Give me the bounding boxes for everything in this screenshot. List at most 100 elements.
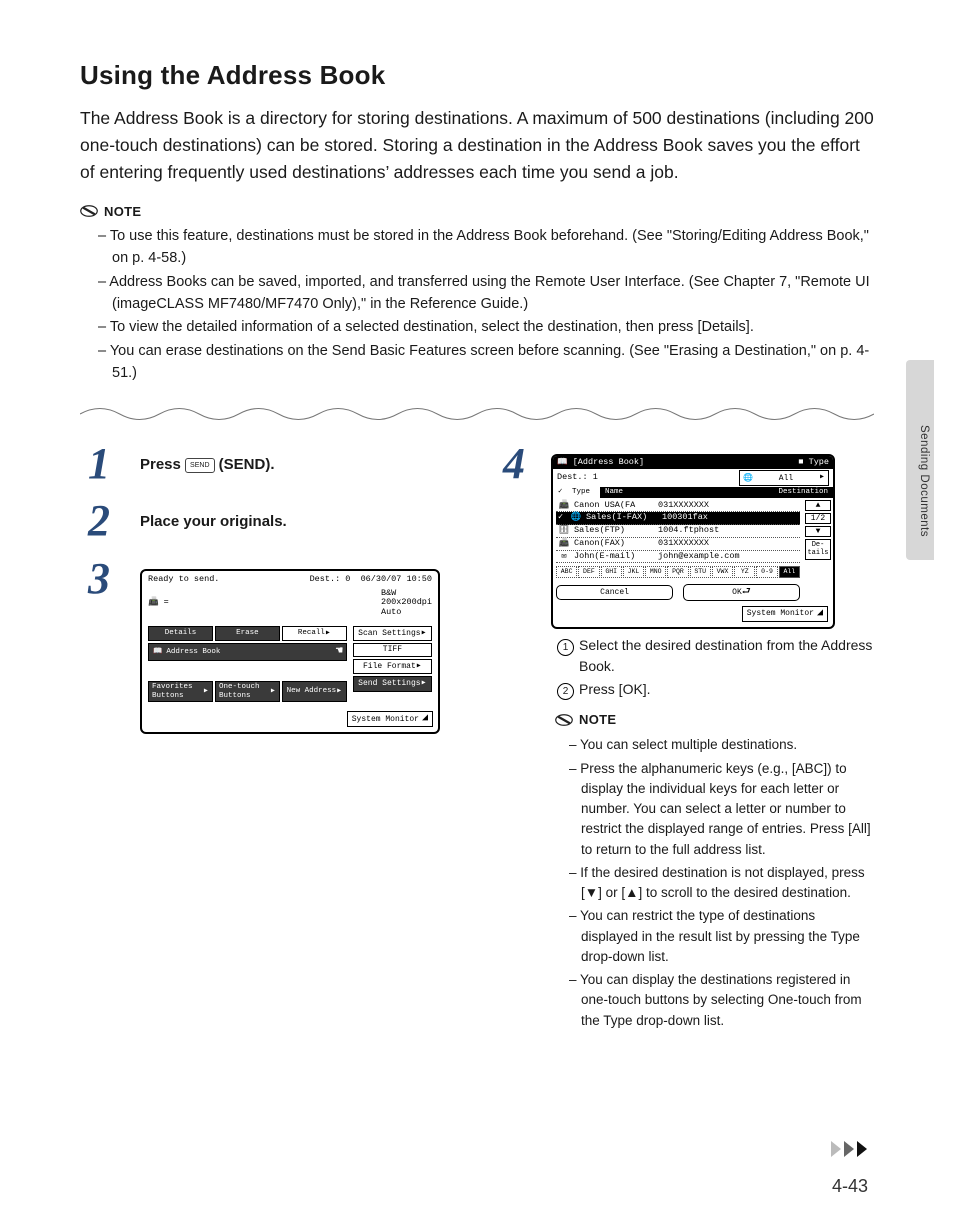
step-2-text: Place your originals. xyxy=(140,513,287,530)
step-2: 2 Place your originals. xyxy=(80,501,459,541)
filter-key-all[interactable]: All xyxy=(779,566,800,577)
address-book-button[interactable]: 📖 Address Book ☚ xyxy=(148,643,347,661)
tiff-button[interactable]: TIFF xyxy=(353,643,432,656)
book-icon: 📖 xyxy=(557,457,568,467)
lcd-ready-text: Ready to send. xyxy=(148,575,219,585)
step-number: 3 xyxy=(80,559,118,599)
list-item: You can erase destinations on the Send B… xyxy=(98,341,874,385)
send-settings-button[interactable]: Send Settings ▸ xyxy=(353,676,432,692)
list-item: Press [OK]. xyxy=(557,679,874,700)
filter-key[interactable]: JKL xyxy=(623,566,644,577)
step-1: 1 Press SEND (SEND). xyxy=(80,444,459,484)
cancel-button[interactable]: Cancel xyxy=(556,585,673,600)
lcd-title: [Address Book] xyxy=(573,457,644,467)
chevron-right-icon xyxy=(856,1141,868,1157)
list-item: If the desired destination is not displa… xyxy=(569,863,874,904)
erase-button[interactable]: Erase xyxy=(215,626,280,642)
step-1-text-a: Press xyxy=(140,456,185,473)
filter-key[interactable]: VWX xyxy=(712,566,733,577)
check-icon: ✓ xyxy=(558,513,566,523)
note-icon xyxy=(80,202,98,220)
list-item: You can restrict the type of destination… xyxy=(569,906,874,967)
page-indicator: 1/2 xyxy=(805,513,831,524)
lcd-address-book-screen: 📖 [Address Book] ■ Type Dest.: 1 🌐 All ▸ xyxy=(551,454,835,629)
filter-key[interactable]: 0-9 xyxy=(756,566,777,577)
scan-settings-button[interactable]: Scan Settings ▸ xyxy=(353,626,432,642)
lcd-datetime: 06/30/07 10:50 xyxy=(361,574,432,584)
list-item: Press the alphanumeric keys (e.g., [ABC]… xyxy=(569,759,874,860)
book-icon: 📖 xyxy=(153,648,162,657)
side-tab-label: Sending Documents xyxy=(918,425,930,537)
list-item: To view the detailed information of a se… xyxy=(98,317,874,339)
fax-icon: 📠 = xyxy=(148,598,169,608)
page-number: 4-43 xyxy=(832,1176,868,1197)
list-item: You can display the destinations registe… xyxy=(569,970,874,1031)
scroll-up-button[interactable]: ▲ xyxy=(805,500,831,511)
note-heading: NOTE xyxy=(555,710,874,730)
ok-button[interactable]: OK ⮐ xyxy=(683,584,800,602)
type-dropdown[interactable]: 🌐 All ▸ xyxy=(739,470,829,486)
tab-name[interactable]: Name xyxy=(600,487,628,498)
table-row[interactable]: ✉ John(E-mail) john@example.com xyxy=(556,551,800,564)
system-monitor-button[interactable]: System Monitor ◢ xyxy=(742,606,828,622)
type-label: Type xyxy=(809,457,829,467)
page-title: Using the Address Book xyxy=(80,60,874,91)
scroll-down-button[interactable]: ▼ xyxy=(805,526,831,537)
filter-key[interactable]: STU xyxy=(690,566,711,577)
lcd-dest-count: Dest.: 0 xyxy=(310,574,351,584)
sub-steps-list: Select the desired destination from the … xyxy=(555,635,874,700)
mail-icon: ✉ xyxy=(558,552,570,562)
chevron-right-icon xyxy=(830,1141,842,1157)
lcd-send-screen: Ready to send. Dest.: 0 06/30/07 10:50 📠… xyxy=(140,569,440,734)
filter-key[interactable]: DEF xyxy=(578,566,599,577)
step-number: 4 xyxy=(495,444,533,484)
letter-filter-row: ABC DEF GHI JKL MNO PQR STU VWX YZ 0-9 xyxy=(556,566,800,577)
details-button[interactable]: Details xyxy=(148,626,213,642)
note-heading: NOTE xyxy=(80,202,874,220)
pointer-icon: ☚ xyxy=(336,645,343,659)
fax-icon: 📠 xyxy=(558,501,570,511)
send-key-icon: SEND xyxy=(185,458,214,473)
recall-button[interactable]: Recall ▸ xyxy=(282,626,347,642)
new-address-button[interactable]: New Address ▸ xyxy=(282,681,347,702)
tab-destination[interactable]: Destination xyxy=(773,487,833,498)
step-3: 3 Ready to send. Dest.: 0 06/30/07 10:50 xyxy=(80,559,459,734)
table-row[interactable]: 📠 Canon USA(FA 031XXXXXXX xyxy=(556,500,800,513)
fax-icon: 📠 xyxy=(558,539,570,549)
lcd-auto: Auto xyxy=(381,608,432,618)
top-notes-list: To use this feature, destinations must b… xyxy=(80,226,874,384)
note-label: NOTE xyxy=(104,204,141,219)
filter-key[interactable]: ABC xyxy=(556,566,577,577)
list-item: To use this feature, destinations must b… xyxy=(98,226,874,270)
ifax-icon: 🌐 xyxy=(570,513,582,523)
step-number: 1 xyxy=(80,444,118,484)
one-touch-buttons-button[interactable]: One-touch Buttons ▸ xyxy=(215,681,280,702)
table-row[interactable]: 📠 Canon(FAX) 031XXXXXXX xyxy=(556,538,800,551)
wavy-divider xyxy=(80,403,874,425)
filter-key[interactable]: PQR xyxy=(667,566,688,577)
list-item: Select the desired destination from the … xyxy=(557,635,874,677)
globe-icon: 🌐 xyxy=(743,474,753,483)
table-row[interactable]: 🗄 Sales(FTP) 1004.ftphost xyxy=(556,525,800,538)
filter-key[interactable]: MNO xyxy=(645,566,666,577)
chevron-right-icon xyxy=(843,1141,855,1157)
details-button[interactable]: De- tails xyxy=(805,539,831,560)
system-monitor-button[interactable]: System Monitor ◢ xyxy=(347,711,433,727)
bottom-notes-list: You can select multiple destinations. Pr… xyxy=(555,735,874,1031)
filter-key[interactable]: GHI xyxy=(601,566,622,577)
list-item: You can select multiple destinations. xyxy=(569,735,874,755)
note-label: NOTE xyxy=(579,710,616,730)
filter-key[interactable]: YZ xyxy=(734,566,755,577)
list-item: Address Books can be saved, imported, an… xyxy=(98,272,874,316)
intro-paragraph: The Address Book is a directory for stor… xyxy=(80,105,874,186)
lcd-dest-count: Dest.: 1 xyxy=(557,473,598,483)
favorites-buttons-button[interactable]: Favorites Buttons ▸ xyxy=(148,681,213,702)
note-icon xyxy=(555,711,573,729)
table-row[interactable]: ✓ 🌐 Sales(I-FAX) 100301fax xyxy=(556,512,800,525)
step-4: 4 📖 [Address Book] ■ Type Dest.: 1 🌐 Al xyxy=(495,444,874,1034)
step-number: 2 xyxy=(80,501,118,541)
file-format-button[interactable]: File Format ▸ xyxy=(353,659,432,675)
chevron-right-icon: ▸ xyxy=(819,472,825,484)
ftp-icon: 🗄 xyxy=(558,526,570,536)
tab-type[interactable]: ✓ Type xyxy=(553,487,600,498)
